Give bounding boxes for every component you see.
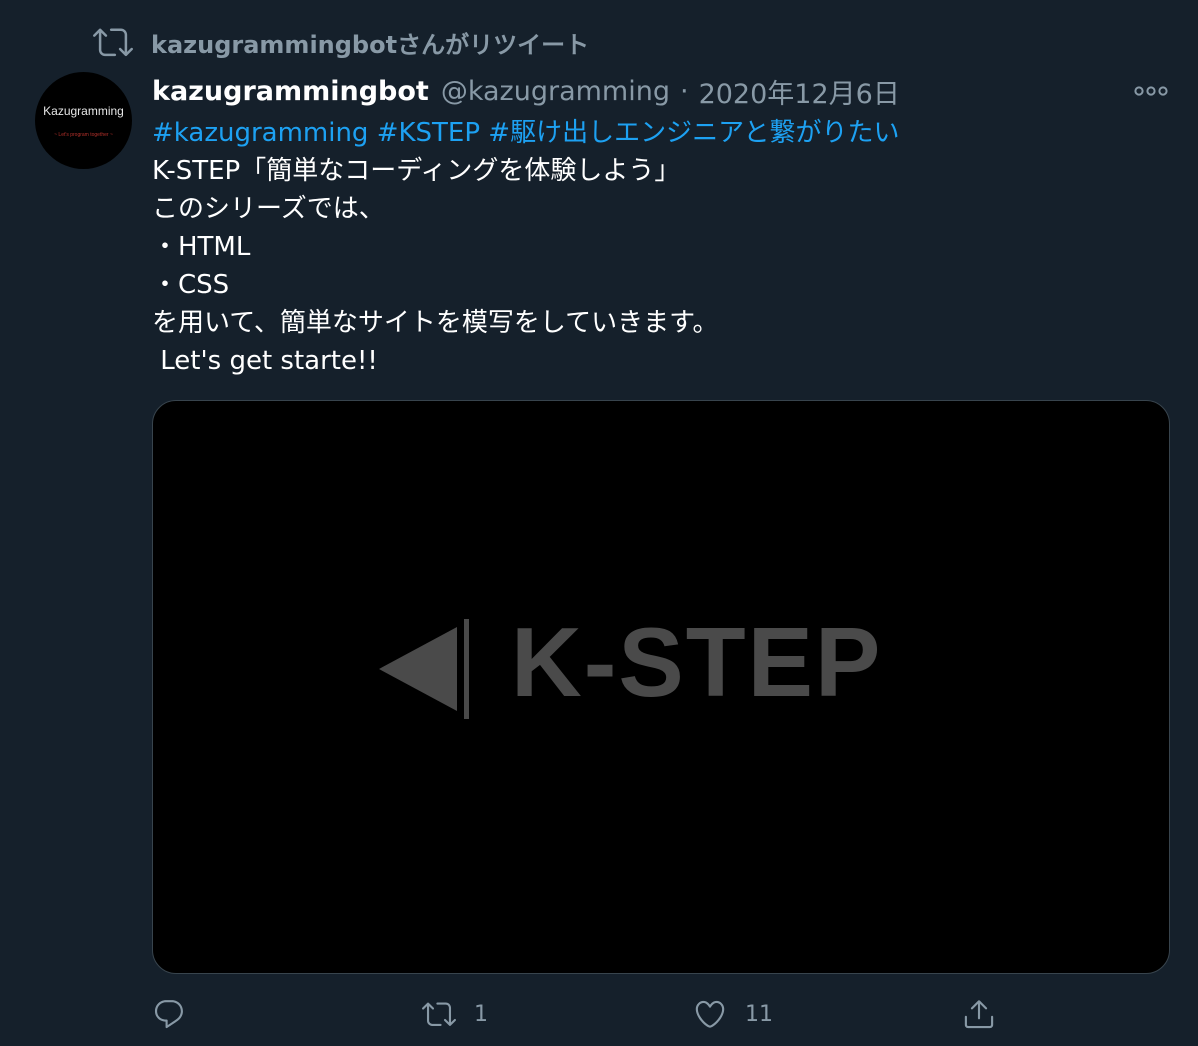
avatar-tagline: ~ Let's program together ~ (54, 131, 113, 138)
more-horizontal-icon (1134, 86, 1168, 96)
author-handle[interactable]: @kazugramming (441, 76, 670, 107)
hashtag-link[interactable]: #kazugramming (152, 118, 368, 148)
avatar-name: Kazugramming (43, 103, 124, 118)
retweet-icon (93, 28, 133, 57)
tweet-header: kazugrammingbot @kazugramming · 2020年12月… (152, 70, 900, 112)
heart-icon (695, 1000, 725, 1028)
tweet-card[interactable]: kazugrammingbotさんがリツイート Kazugramming ~ L… (0, 0, 1198, 1046)
more-button[interactable] (1128, 74, 1174, 108)
retweet-context: kazugrammingbotさんがリツイート (93, 22, 589, 62)
hashtag-link[interactable]: #KSTEP (377, 118, 480, 148)
header-separator: · (679, 75, 689, 107)
media-logo: K-STEP (153, 401, 1169, 973)
share-icon (964, 1000, 994, 1029)
tweet-text-line: Let's get starte!! (152, 346, 378, 376)
tweet-text: #kazugramming #KSTEP #駆け出しエンジニアと繋がりたい K-… (152, 114, 1152, 380)
retweet-count: 1 (474, 1001, 488, 1027)
tweet-text-line: ・HTML (152, 232, 251, 262)
share-button[interactable] (962, 992, 1014, 1036)
media-logo-text: K-STEP (511, 607, 883, 717)
tweet-text-line: を用いて、簡単なサイトを模写をしていきます。 (152, 308, 719, 338)
retweet-context-label[interactable]: kazugrammingbotさんがリツイート (151, 25, 589, 60)
reply-button[interactable] (152, 992, 204, 1036)
tweet-actions: 1 11 (152, 992, 1032, 1036)
tweet-text-line: ・CSS (152, 270, 230, 300)
media-image[interactable]: K-STEP (152, 400, 1170, 974)
like-count: 11 (745, 1001, 773, 1027)
tweet-text-line: K-STEP「簡単なコーディングを体験しよう」 (152, 156, 681, 186)
author-display-name[interactable]: kazugrammingbot (152, 76, 429, 107)
tweet-date[interactable]: 2020年12月6日 (699, 72, 900, 111)
play-back-icon (379, 619, 469, 719)
hashtag-line: #kazugramming #KSTEP #駆け出しエンジニアと繋がりたい (152, 114, 1152, 152)
reply-icon (154, 1000, 183, 1029)
like-button[interactable]: 11 (693, 992, 773, 1036)
retweet-icon (422, 1002, 456, 1026)
hashtag-link[interactable]: #駆け出しエンジニアと繋がりたい (488, 118, 899, 148)
retweet-button[interactable]: 1 (422, 992, 488, 1036)
avatar[interactable]: Kazugramming ~ Let's program together ~ (35, 72, 132, 169)
tweet-text-line: このシリーズでは、 (152, 194, 385, 224)
